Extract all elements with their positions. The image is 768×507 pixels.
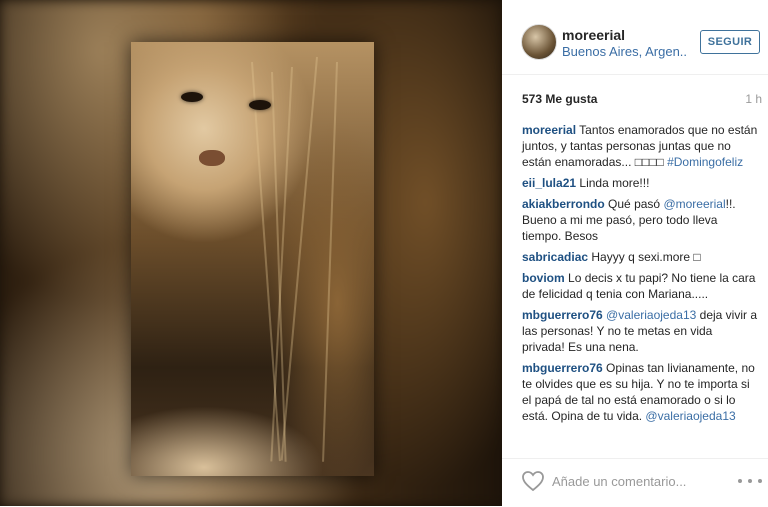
follow-button[interactable]: SEGUIR	[700, 30, 760, 54]
more-options-icon[interactable]	[738, 473, 762, 489]
post-header: moreerial Buenos Aires, Argen... SEGUIR	[502, 0, 768, 75]
post-footer	[502, 458, 768, 507]
mention-link[interactable]: @valeriaojeda13	[606, 308, 696, 322]
photo-image	[131, 42, 374, 476]
comment-username[interactable]: akiakberrondo	[522, 197, 605, 211]
hashtag-link[interactable]: #Domingofeliz	[667, 155, 743, 169]
comment-text: Qué pasó	[608, 197, 661, 211]
comment-list: moreerial Tantos enamorados que no están…	[522, 122, 758, 429]
post-time[interactable]: 1 h	[745, 92, 762, 106]
comment-username[interactable]: mbguerrero76	[522, 308, 603, 322]
comment-username[interactable]: moreerial	[522, 123, 576, 137]
face-lips	[199, 150, 225, 166]
hair-detail	[251, 61, 281, 462]
comment-input[interactable]	[552, 471, 722, 491]
comment-username[interactable]: eii_lula21	[522, 176, 576, 190]
comment-item: boviom Lo decis x tu papi? No tiene la c…	[522, 270, 758, 302]
face-eye	[181, 92, 203, 102]
heart-icon[interactable]	[521, 470, 545, 492]
like-count[interactable]: 573 Me gusta	[522, 92, 597, 106]
dot	[748, 479, 752, 483]
post-stats: 573 Me gusta 1 h	[522, 92, 762, 108]
comment-item: sabricadiac Hayyy q sexi.more □	[522, 249, 758, 265]
comment-item: akiakberrondo Qué pasó @moreerial!!. Bue…	[522, 196, 758, 244]
comment-item: eii_lula21 Linda more!!!	[522, 175, 758, 191]
avatar[interactable]	[521, 24, 557, 60]
post-location[interactable]: Buenos Aires, Argen...	[562, 44, 687, 59]
mention-link[interactable]: @moreerial	[663, 197, 725, 211]
dot	[738, 479, 742, 483]
comment-text: Hayyy q sexi.more □	[591, 250, 701, 264]
comment-username[interactable]: mbguerrero76	[522, 361, 603, 375]
post-sidebar: moreerial Buenos Aires, Argen... SEGUIR …	[502, 0, 768, 506]
face-eye	[249, 100, 271, 110]
author-username[interactable]: moreerial	[562, 27, 625, 43]
hair-detail	[322, 61, 338, 462]
post-photo[interactable]	[0, 0, 502, 506]
dot	[758, 479, 762, 483]
comment-username[interactable]: sabricadiac	[522, 250, 588, 264]
comment-text: Linda more!!!	[579, 176, 650, 190]
comment-item: mbguerrero76 @valeriaojeda13 deja vivir …	[522, 307, 758, 355]
hair-detail	[280, 56, 318, 461]
comment-username[interactable]: boviom	[522, 271, 565, 285]
mention-link[interactable]: @valeriaojeda13	[645, 409, 735, 423]
comment-item: mbguerrero76 Opinas tan livianamente, no…	[522, 360, 758, 424]
comment-item: moreerial Tantos enamorados que no están…	[522, 122, 758, 170]
